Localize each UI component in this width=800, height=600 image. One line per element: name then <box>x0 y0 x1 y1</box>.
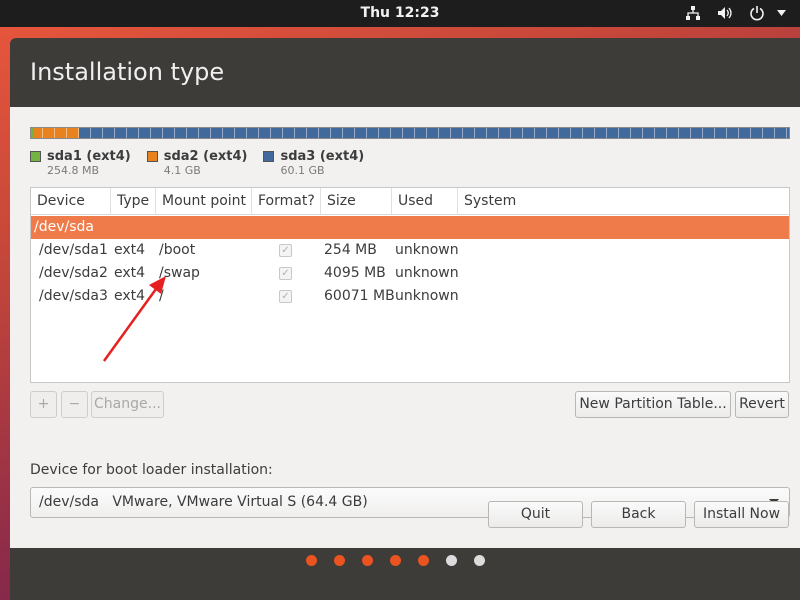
cell-mount: /swap <box>159 265 200 281</box>
power-icon[interactable] <box>748 4 766 22</box>
change-partition-button[interactable]: Change... <box>91 391 164 418</box>
legend-size: 60.1 GB <box>280 164 325 177</box>
cell-size: 60071 MB <box>324 288 395 304</box>
step-dot <box>306 555 317 566</box>
step-indicator <box>306 555 485 566</box>
clock[interactable]: Thu 12:23 <box>0 5 800 21</box>
content-area: sda1 (ext4) 254.8 MB sda2 (ext4) 4.1 GB … <box>10 107 800 548</box>
cell-type: ext4 <box>114 242 146 258</box>
format-checkbox[interactable]: ✓ <box>279 267 292 280</box>
column-header-mount[interactable]: Mount point <box>156 188 252 215</box>
disk-device: /dev/sda <box>34 219 94 235</box>
step-dot <box>446 555 457 566</box>
cell-type: ext4 <box>114 265 146 281</box>
format-checkbox[interactable]: ✓ <box>279 244 292 257</box>
table-row-disk[interactable]: /dev/sda <box>31 216 789 239</box>
column-header-size[interactable]: Size <box>321 188 392 215</box>
top-panel: Thu 12:23 <box>0 0 800 27</box>
add-partition-button[interactable]: + <box>30 391 57 418</box>
bootloader-label: Device for boot loader installation: <box>30 462 273 478</box>
partition-legend: sda1 (ext4) 254.8 MB sda2 (ext4) 4.1 GB … <box>30 149 364 177</box>
bootloader-selected-value: /dev/sda VMware, VMware Virtual S (64.4 … <box>39 494 368 510</box>
legend-size: 254.8 MB <box>47 164 100 177</box>
new-partition-table-button[interactable]: New Partition Table... <box>575 391 731 418</box>
table-row[interactable]: /dev/sda2 ext4 /swap ✓ 4095 MB unknown <box>31 262 789 285</box>
legend-swatch-sda2 <box>146 151 158 162</box>
window-title: Installation type <box>30 58 225 86</box>
table-row[interactable]: /dev/sda3 ext4 / ✓ 60071 MB unknown <box>31 285 789 308</box>
cell-used: unknown <box>395 242 459 258</box>
cell-size: 254 MB <box>324 242 377 258</box>
cell-type: ext4 <box>114 288 146 304</box>
revert-button[interactable]: Revert <box>735 391 789 418</box>
column-header-type[interactable]: Type <box>111 188 156 215</box>
system-tray <box>684 4 790 22</box>
format-checkbox[interactable]: ✓ <box>279 290 292 303</box>
legend-name: sda1 (ext4) <box>47 149 131 164</box>
legend-name: sda3 (ext4) <box>280 149 365 164</box>
column-header-format[interactable]: Format? <box>252 188 321 215</box>
cell-device: /dev/sda3 <box>39 288 108 304</box>
network-icon[interactable] <box>684 4 702 22</box>
back-button[interactable]: Back <box>591 501 686 528</box>
step-dot <box>362 555 373 566</box>
cell-size: 4095 MB <box>324 265 386 281</box>
cell-device: /dev/sda1 <box>39 242 108 258</box>
legend-item: sda1 (ext4) 254.8 MB <box>30 149 131 177</box>
partition-bar-ticks <box>31 128 789 138</box>
partition-bar <box>30 127 790 139</box>
legend-item: sda3 (ext4) 60.1 GB <box>263 149 364 177</box>
column-header-system[interactable]: System <box>458 188 789 215</box>
table-header: Device Type Mount point Format? Size Use… <box>31 188 789 215</box>
cell-device: /dev/sda2 <box>39 265 108 281</box>
step-dot <box>474 555 485 566</box>
column-header-device[interactable]: Device <box>31 188 111 215</box>
cell-mount: /boot <box>159 242 196 258</box>
quit-button[interactable]: Quit <box>488 501 583 528</box>
step-dot <box>334 555 345 566</box>
cell-used: unknown <box>395 265 459 281</box>
remove-partition-button[interactable]: − <box>61 391 88 418</box>
chevron-down-icon[interactable] <box>772 4 790 22</box>
table-row[interactable]: /dev/sda1 ext4 /boot ✓ 254 MB unknown <box>31 239 789 262</box>
partition-table[interactable]: Device Type Mount point Format? Size Use… <box>30 187 790 383</box>
installer-window: Installation type sda1 (ext4) 254.8 MB s… <box>10 38 800 600</box>
install-now-button[interactable]: Install Now <box>694 501 789 528</box>
legend-name: sda2 (ext4) <box>163 149 248 164</box>
legend-swatch-sda1 <box>30 151 41 162</box>
volume-icon[interactable] <box>716 4 734 22</box>
column-header-used[interactable]: Used <box>392 188 458 215</box>
step-dot <box>390 555 401 566</box>
legend-size: 4.1 GB <box>163 164 201 177</box>
cell-used: unknown <box>395 288 459 304</box>
cell-mount: / <box>159 288 164 304</box>
legend-swatch-sda3 <box>263 151 275 162</box>
step-dot <box>418 555 429 566</box>
legend-item: sda2 (ext4) 4.1 GB <box>146 149 248 177</box>
